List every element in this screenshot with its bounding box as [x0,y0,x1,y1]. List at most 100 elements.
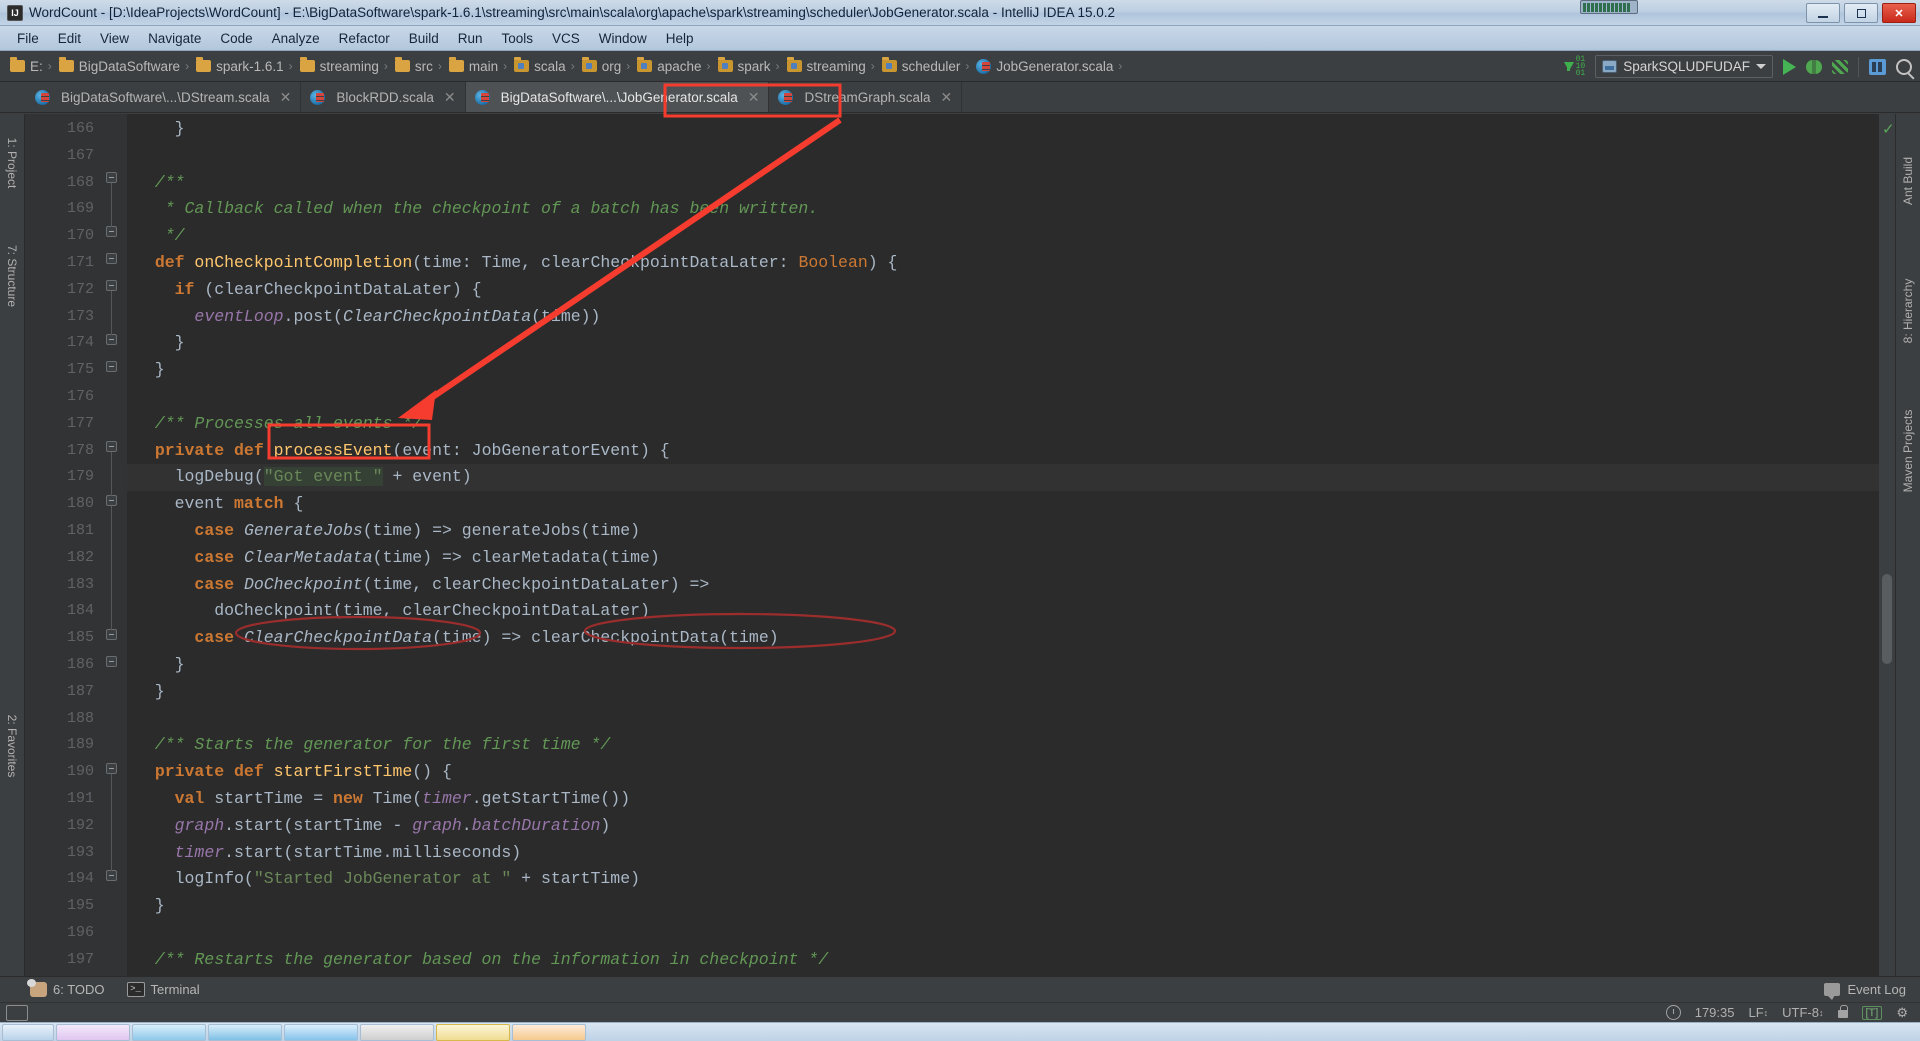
tab-close-icon[interactable]: ✕ [280,89,292,106]
tab-marker-badge[interactable]: [T] [1861,1005,1883,1020]
fold-marker[interactable] [106,253,117,264]
menu-view[interactable]: View [91,28,138,49]
minimize-button[interactable] [1806,3,1840,23]
debug-icon[interactable] [1806,59,1822,74]
fold-marker[interactable] [106,656,117,667]
tab-close-icon[interactable]: ✕ [941,89,953,106]
caret-position[interactable]: 179:35 [1695,1005,1735,1020]
code-line[interactable]: case ClearMetadata(time) => clearMetadat… [127,545,1879,572]
fold-marker[interactable] [106,280,117,291]
fold-marker[interactable] [106,334,117,345]
hector-icon[interactable]: ⚙ [1896,1005,1908,1021]
breadcrumb-main[interactable]: main › [447,57,512,74]
menu-build[interactable]: Build [400,28,448,49]
menu-refactor[interactable]: Refactor [330,28,399,49]
code-line[interactable]: doCheckpoint(time, clearCheckpointDataLa… [127,598,1879,625]
code-line[interactable]: } [127,116,1879,143]
menu-analyze[interactable]: Analyze [263,28,329,49]
fold-marker[interactable] [106,629,117,640]
code-line[interactable]: private def processEvent(event: JobGener… [127,438,1879,465]
breadcrumb-scala[interactable]: scala › [512,57,580,74]
code-line[interactable]: def onCheckpointCompletion(time: Time, c… [127,250,1879,277]
fold-marker[interactable] [106,226,117,237]
breadcrumb-src[interactable]: src › [393,57,447,74]
taskbar-item[interactable] [132,1023,206,1041]
breadcrumb-streaming-pkg[interactable]: streaming › [785,57,880,74]
menu-run[interactable]: Run [449,28,492,49]
code-line[interactable]: val startTime = new Time(timer.getStartT… [127,786,1879,813]
code-line[interactable]: logInfo("Started JobGenerator at " + sta… [127,866,1879,893]
status-memory-indicator[interactable] [6,1004,28,1021]
maximize-button[interactable] [1844,3,1878,23]
taskbar-item-active[interactable] [436,1023,510,1041]
code-line[interactable] [127,920,1879,947]
code-line-current[interactable]: logDebug("Got event " + event) [127,464,1879,492]
sidebar-item-maven-projects[interactable]: Maven Projects [1901,410,1915,493]
code-line[interactable]: graph.start(startTime - graph.batchDurat… [127,813,1879,840]
code-line[interactable]: timer.start(startTime.milliseconds) [127,840,1879,867]
background-tasks-icon[interactable] [1665,1005,1681,1020]
search-everywhere-icon[interactable] [1896,58,1912,75]
code-line[interactable]: eventLoop.post(ClearCheckpointData(time)… [127,304,1879,331]
sidebar-item-ant-build[interactable]: Ant Build [1901,157,1915,205]
breadcrumb-drive[interactable]: E: › [8,57,57,74]
run-with-coverage-icon[interactable] [1832,59,1848,74]
taskbar-item[interactable] [284,1023,358,1041]
code-line[interactable]: } [127,652,1879,679]
breadcrumb-spark[interactable]: spark-1.6.1 › [194,57,298,74]
read-only-lock-icon[interactable] [1837,1005,1848,1018]
menu-navigate[interactable]: Navigate [139,28,210,49]
taskbar-item[interactable] [360,1023,434,1041]
code-line[interactable]: } [127,330,1879,357]
taskbar-start-button[interactable] [2,1023,54,1041]
menu-file[interactable]: File [8,28,48,49]
fold-marker[interactable] [106,361,117,372]
code-line[interactable] [127,384,1879,411]
code-line[interactable] [127,706,1879,733]
tool-window-todo[interactable]: 6: TODO [27,979,105,997]
breadcrumb-streaming[interactable]: streaming › [298,57,393,74]
code-content[interactable]: } /** * Callback called when the checkpo… [127,114,1879,976]
breadcrumb-scheduler[interactable]: scheduler › [880,57,975,74]
code-line[interactable]: /** Starts the generator for the first t… [127,732,1879,759]
run-icon[interactable] [1783,58,1796,75]
menu-code[interactable]: Code [211,28,261,49]
breadcrumb-file[interactable]: JobGenerator.scala › [974,58,1127,74]
sidebar-item-project[interactable]: 1: Project [5,138,19,189]
update-project-icon[interactable]: 01 10 01 [1563,56,1585,78]
code-line[interactable]: } [127,893,1879,920]
scrollbar-thumb[interactable] [1882,574,1892,664]
taskbar-item[interactable] [56,1023,130,1041]
code-line[interactable]: case ClearCheckpointData(time) => clearC… [127,625,1879,652]
sidebar-item-structure[interactable]: 7: Structure [5,245,19,307]
code-line[interactable]: if (clearCheckpointDataLater) { [127,277,1879,304]
code-line[interactable]: case DoCheckpoint(time, clearCheckpointD… [127,572,1879,599]
code-line[interactable]: case GenerateJobs(time) => generateJobs(… [127,518,1879,545]
file-encoding[interactable]: UTF-8↕ [1782,1005,1823,1020]
tab-close-icon[interactable]: ✕ [748,89,760,106]
build-project-icon[interactable] [1869,58,1886,75]
code-line[interactable]: * Callback called when the checkpoint of… [127,196,1879,223]
editor-scrollbar[interactable]: ✓ [1879,114,1895,976]
tab-dstream[interactable]: BigDataSoftware\...\DStream.scala ✕ [26,82,302,112]
tab-jobgenerator[interactable]: BigDataSoftware\...\JobGenerator.scala ✕ [465,82,770,112]
menu-edit[interactable]: Edit [49,28,90,49]
breadcrumb-bigdatasoftware[interactable]: BigDataSoftware › [57,57,194,74]
code-line[interactable]: /** Processes all events */ [127,411,1879,438]
fold-marker[interactable] [106,870,117,881]
tab-blockrdd[interactable]: BlockRDD.scala ✕ [301,82,466,112]
code-line[interactable]: private def startFirstTime() { [127,759,1879,786]
tab-dstreamgraph[interactable]: DStreamGraph.scala ✕ [769,82,963,112]
editor-gutter[interactable]: 166 167 168 169 170 171 172 173 174 175 … [25,114,127,976]
sidebar-item-favorites[interactable]: 2: Favorites [5,715,19,778]
sidebar-item-hierarchy[interactable]: 8: Hierarchy [1901,279,1915,344]
fold-marker[interactable] [106,172,117,183]
taskbar-item[interactable] [208,1023,282,1041]
tool-window-terminal[interactable]: >_ Terminal [126,982,200,997]
breadcrumb-spark-pkg[interactable]: spark › [716,57,785,74]
menu-window[interactable]: Window [590,28,656,49]
code-line[interactable]: /** Restarts the generator based on the … [127,947,1879,974]
line-separator[interactable]: LF↕ [1748,1005,1768,1020]
fold-marker[interactable] [106,763,117,774]
code-line[interactable] [127,143,1879,170]
